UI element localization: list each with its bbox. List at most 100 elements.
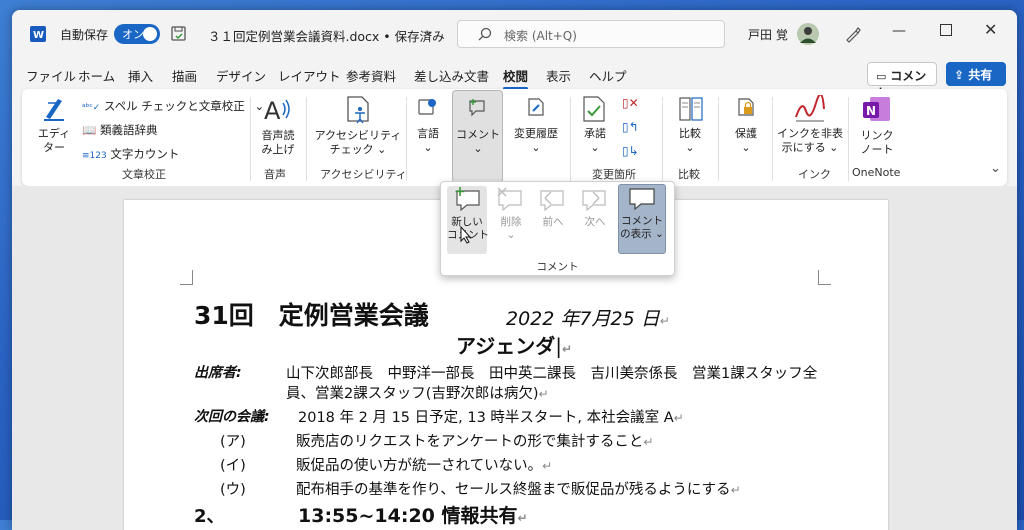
minimize-icon[interactable]: —: [892, 23, 906, 39]
share-label: 共有: [968, 68, 993, 82]
agenda-text: アジェンダ: [456, 334, 556, 358]
search-placeholder: 検索 (Alt+Q): [504, 29, 577, 43]
ribbon-expand-icon[interactable]: ⌄: [990, 161, 1001, 176]
word-window: W 自動保存 オン ３１回定例営業会議資料.docx • 保存済み ⌄ 検索 (…: [12, 10, 1017, 530]
tab-view[interactable]: 表示: [546, 66, 571, 85]
search-box[interactable]: 検索 (Alt+Q): [457, 20, 725, 48]
hide-ink-label: インクを非表 示にする ⌄: [777, 127, 843, 154]
track-changes-icon: [528, 98, 544, 116]
separator: [718, 97, 719, 181]
avatar[interactable]: [796, 22, 820, 46]
comment-dropdown: 新しい コメント 削除 ⌄ 前へ 次へ: [440, 181, 675, 276]
previous-change-icon[interactable]: ▯↰: [622, 120, 639, 134]
paragraph-mark: ↵: [561, 342, 573, 356]
next-comment-button[interactable]: 次へ: [575, 186, 615, 254]
item-a: 販売店のリクエストをアンケートの形で集計すること↵: [296, 430, 653, 451]
document-title[interactable]: ３１回定例営業会議資料.docx • 保存済み: [208, 26, 445, 45]
next-meeting-info: 2018 年 2 月 15 日予定, 13 時半スタート, 本社会議室 A↵: [298, 406, 684, 427]
chevron-down-icon[interactable]: ⌄: [424, 24, 434, 38]
show-comments-label: コメント の表示 ⌄: [620, 215, 664, 240]
group-speech-label: 音声: [264, 168, 286, 181]
section-2-text: 13:55~14:20 情報共有: [298, 505, 518, 527]
tab-design[interactable]: デザイン: [216, 66, 266, 85]
accept-icon: [583, 96, 605, 122]
close-icon[interactable]: ✕: [984, 20, 997, 39]
tab-references[interactable]: 参考資料: [346, 66, 396, 85]
compare-icon: [679, 97, 703, 121]
link-notes-button[interactable]: リンク ノート: [856, 129, 898, 157]
lock-icon: [738, 98, 754, 116]
next-comment-icon: [582, 190, 606, 212]
item-label: (ア): [220, 434, 246, 450]
spell-check-label: スペル チェックと文章校正: [103, 99, 245, 113]
comment-button[interactable]: コメント ⌄: [452, 90, 503, 183]
paragraph-mark: ↵: [643, 435, 654, 449]
spell-check-button[interactable]: ᵃᵇᶜ✓ スペル チェックと文章校正 ⌄: [82, 98, 264, 114]
accessibility-check-button[interactable]: アクセシビリティ チェック ⌄: [312, 129, 404, 157]
autosave-state: オン: [122, 28, 144, 41]
comment-icon: ▭: [876, 70, 887, 83]
delete-comment-label: 削除 ⌄: [500, 216, 522, 241]
section-number: 2、: [194, 506, 225, 527]
tab-file[interactable]: ファイル: [26, 66, 76, 85]
editor-icon: [44, 99, 64, 121]
agenda-title: アジェンダ|↵: [456, 330, 572, 359]
protect-button[interactable]: 保護 ⌄: [726, 127, 766, 155]
group-compare-label: 比較: [678, 168, 700, 181]
tab-layout[interactable]: レイアウト: [278, 66, 341, 85]
thesaurus-button[interactable]: 📖 類義語辞典: [82, 122, 157, 138]
thesaurus-icon: 📖: [82, 123, 97, 137]
user-name[interactable]: 戸田 覚: [748, 26, 788, 43]
tab-draw[interactable]: 描画: [172, 66, 197, 85]
accept-button[interactable]: 承諾 ⌄: [576, 127, 614, 155]
delete-comment-button[interactable]: 削除 ⌄: [491, 186, 531, 254]
title-bar: W 自動保存 オン ３１回定例営業会議資料.docx • 保存済み ⌄ 検索 (…: [12, 10, 1017, 60]
accessibility-icon: [347, 96, 369, 124]
attendees-line-1: 山下次郎部長 中野洋一部長 田中英二課長 吉川美奈係長 営業1課スタッフ全: [286, 366, 818, 382]
language-label: 言語 ⌄: [417, 127, 439, 154]
previous-comment-button[interactable]: 前へ: [533, 186, 573, 254]
next-change-icon[interactable]: ▯↳: [622, 144, 639, 158]
pen-icon[interactable]: [844, 25, 862, 43]
item-i-text: 販促品の使い方が統一されていない。: [296, 458, 543, 474]
show-comments-icon: [629, 188, 655, 211]
compare-button[interactable]: 比較 ⌄: [670, 127, 710, 155]
comments-pane-button[interactable]: ▭ コメント: [867, 62, 937, 100]
next-comment-label: 次へ: [584, 216, 606, 228]
attendees-label: 出席者:: [194, 365, 242, 381]
compare-label: 比較 ⌄: [679, 127, 701, 154]
word-app-icon: W: [30, 26, 46, 42]
tab-mailings[interactable]: 差し込み文書: [414, 66, 489, 85]
section-2-heading: 13:55~14:20 情報共有↵: [298, 501, 528, 528]
paragraph-mark: ↵: [659, 314, 670, 328]
spell-check-icon: ᵃᵇᶜ✓: [82, 103, 101, 113]
tab-help[interactable]: ヘルプ: [589, 66, 627, 85]
previous-comment-label: 前へ: [542, 216, 564, 228]
save-icon[interactable]: [170, 25, 188, 43]
read-aloud-icon: A: [264, 97, 290, 125]
tab-home[interactable]: ホーム: [78, 66, 115, 85]
autosave-label: 自動保存: [60, 28, 109, 42]
read-aloud-button[interactable]: 音声読 み上げ: [256, 129, 300, 157]
language-button[interactable]: 言語 ⌄: [410, 127, 446, 155]
tab-review[interactable]: 校閲: [503, 66, 529, 90]
share-icon: ⇪: [954, 68, 965, 82]
tab-insert[interactable]: 挿入: [128, 66, 153, 85]
language-icon: [418, 99, 436, 115]
track-changes-button[interactable]: 変更履歴 ⌄: [508, 127, 564, 155]
hide-ink-button[interactable]: インクを非表 示にする ⌄: [776, 127, 844, 155]
accept-label: 承諾 ⌄: [584, 127, 606, 154]
show-comments-button[interactable]: コメント の表示 ⌄: [618, 184, 666, 254]
word-count-button[interactable]: ≡123 文字カウント: [82, 146, 179, 162]
read-aloud-label: 音声読 み上げ: [261, 129, 295, 156]
delete-comment-icon: [497, 187, 522, 212]
item-u-text: 配布相手の基準を作り、セールス終盤まで販促品が残るようにする: [296, 482, 731, 498]
comment-icon: [469, 99, 485, 117]
attendees-line-2: 員、営業2課スタッフ(吉野次郎は病欠)↵: [286, 382, 549, 403]
reject-icon[interactable]: ▯✕: [622, 96, 639, 110]
share-button[interactable]: ⇪ 共有: [946, 62, 1006, 86]
autosave-toggle[interactable]: オン: [114, 24, 160, 44]
maximize-icon[interactable]: [940, 24, 952, 36]
separator: [306, 97, 307, 181]
editor-button[interactable]: エディ ター: [36, 127, 72, 155]
